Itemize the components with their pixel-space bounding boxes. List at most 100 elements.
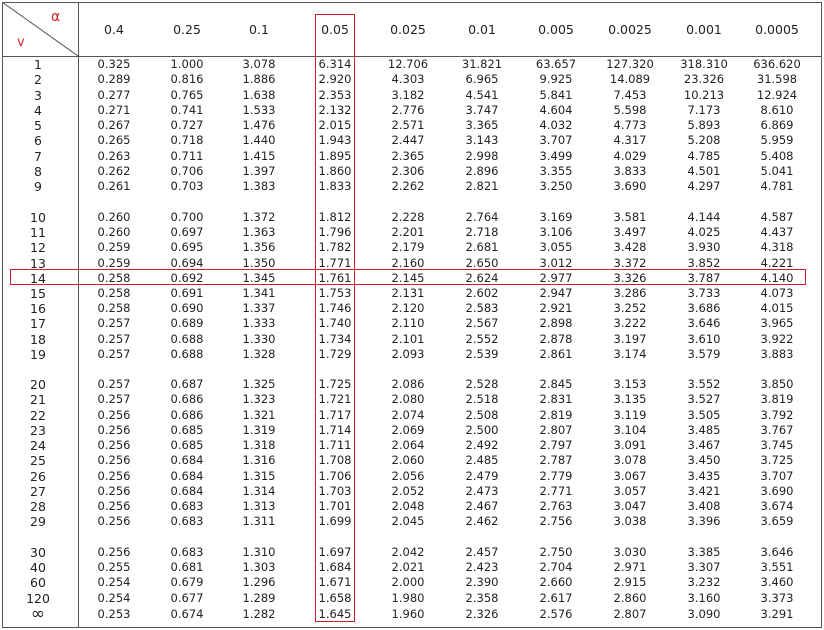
- table-cell: 3.922: [760, 332, 794, 346]
- table-cell: 23.326: [683, 72, 725, 86]
- df-cell: 60: [30, 575, 46, 590]
- table-cell: 3.396: [687, 514, 721, 528]
- table-cell: 3.610: [687, 332, 721, 346]
- df-cell: 18: [30, 332, 46, 347]
- table-cell: 1.753: [318, 286, 352, 300]
- table-cell: 2.718: [465, 225, 499, 239]
- table-cell: 1.706: [318, 469, 352, 483]
- table-cell: 0.261: [97, 179, 131, 193]
- table-cell: 3.408: [687, 499, 721, 513]
- table-cell: 4.541: [465, 88, 499, 102]
- table-cell: 2.479: [465, 469, 499, 483]
- table-cell: 3.690: [760, 484, 794, 498]
- table-cell: 2.052: [391, 484, 425, 498]
- df-cell: 16: [30, 301, 46, 316]
- table-cell: 2.201: [391, 225, 425, 239]
- table-cell: 2.898: [539, 316, 573, 330]
- table-cell: 2.845: [539, 377, 573, 391]
- df-cell: 5: [34, 118, 42, 133]
- df-cell: 8: [34, 164, 42, 179]
- table-cell: 1.771: [318, 256, 352, 270]
- table-cell: 0.253: [97, 607, 131, 621]
- table-cell: 2.571: [391, 118, 425, 132]
- df-column-divider: [78, 2, 79, 628]
- table-cell: 2.971: [613, 560, 647, 574]
- df-cell: 10: [30, 210, 46, 225]
- df-cell: 3: [34, 88, 42, 103]
- table-cell: 2.576: [539, 607, 573, 621]
- table-cell: 2.552: [465, 332, 499, 346]
- table-cell: 3.106: [539, 225, 573, 239]
- table-cell: 0.256: [97, 514, 131, 528]
- table-cell: 3.250: [539, 179, 573, 193]
- table-cell: 0.679: [170, 575, 204, 589]
- table-cell: 0.260: [97, 225, 131, 239]
- table-cell: 4.029: [613, 149, 647, 163]
- table-cell: 3.646: [687, 316, 721, 330]
- table-cell: 3.160: [687, 591, 721, 605]
- df-cell: 12: [30, 240, 46, 255]
- table-cell: 2.492: [465, 438, 499, 452]
- table-cell: 1.658: [318, 591, 352, 605]
- table-cell: 3.686: [687, 301, 721, 315]
- alpha-header-cell: 0.0005: [755, 22, 799, 37]
- table-cell: 0.686: [170, 408, 204, 422]
- table-cell: 1.325: [242, 377, 276, 391]
- table-cell: 2.583: [465, 301, 499, 315]
- table-cell: 3.307: [687, 560, 721, 574]
- table-cell: 0.683: [170, 545, 204, 559]
- df-cell: 28: [30, 499, 46, 514]
- table-cell: 3.733: [687, 286, 721, 300]
- table-cell: 1.289: [242, 591, 276, 605]
- table-cell: 0.727: [170, 118, 204, 132]
- table-cell: 3.883: [760, 347, 794, 361]
- table-cell: 2.756: [539, 514, 573, 528]
- table-cell: 5.041: [760, 164, 794, 178]
- table-cell: 2.353: [318, 88, 352, 102]
- table-cell: 1.415: [242, 149, 276, 163]
- table-cell: 2.080: [391, 392, 425, 406]
- table-cell: 4.501: [687, 164, 721, 178]
- table-cell: 0.257: [97, 377, 131, 391]
- table-cell: 1.701: [318, 499, 352, 513]
- table-cell: 1.311: [242, 514, 276, 528]
- df-cell: 22: [30, 408, 46, 423]
- table-cell: 2.132: [318, 103, 352, 117]
- table-cell: 3.091: [613, 438, 647, 452]
- table-cell: 2.120: [391, 301, 425, 315]
- table-cell: 2.660: [539, 575, 573, 589]
- table-cell: 3.581: [613, 210, 647, 224]
- table-cell: 0.688: [170, 332, 204, 346]
- corner-diagonal: [2, 2, 78, 56]
- table-cell: 3.552: [687, 377, 721, 391]
- table-cell: 1.740: [318, 316, 352, 330]
- table-cell: 1.703: [318, 484, 352, 498]
- df-cell: 20: [30, 377, 46, 392]
- table-cell: 2.921: [539, 301, 573, 315]
- table-cell: 4.025: [687, 225, 721, 239]
- table-cell: 5.893: [687, 118, 721, 132]
- table-cell: 0.263: [97, 149, 131, 163]
- table-cell: 2.797: [539, 438, 573, 452]
- table-cell: 3.153: [613, 377, 647, 391]
- table-cell: 8.610: [760, 103, 794, 117]
- table-cell: 1.000: [170, 57, 204, 71]
- df-cell: 26: [30, 469, 46, 484]
- table-cell: 3.707: [539, 133, 573, 147]
- table-cell: 2.539: [465, 347, 499, 361]
- table-cell: 1.684: [318, 560, 352, 574]
- table-cell: 3.485: [687, 423, 721, 437]
- table-cell: 0.692: [170, 271, 204, 285]
- table-cell: 3.373: [760, 591, 794, 605]
- table-cell: 2.110: [391, 316, 425, 330]
- table-cell: 2.069: [391, 423, 425, 437]
- df-cell: 4: [34, 103, 42, 118]
- table-cell: 2.861: [539, 347, 573, 361]
- table-cell: 2.567: [465, 316, 499, 330]
- table-cell: 1.316: [242, 453, 276, 467]
- table-cell: 1.833: [318, 179, 352, 193]
- table-cell: 0.289: [97, 72, 131, 86]
- table-cell: 0.681: [170, 560, 204, 574]
- table-cell: 3.326: [613, 271, 647, 285]
- table-cell: 4.221: [760, 256, 794, 270]
